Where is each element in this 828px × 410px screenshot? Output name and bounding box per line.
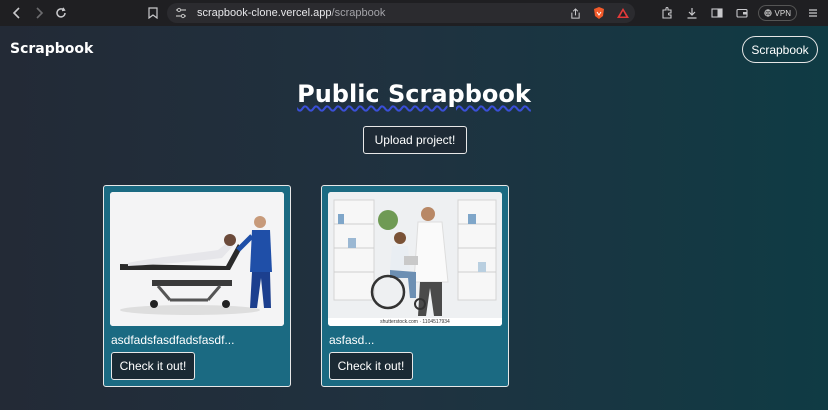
check-it-out-button[interactable]: Check it out!	[329, 352, 413, 380]
project-card: asdfadsfasdfadsfasdf... Check it out!	[103, 185, 291, 387]
brave-shield-icon[interactable]	[591, 5, 607, 21]
project-name: asfasd...	[329, 333, 375, 347]
project-name: asdfadsfasdfadsfasdf...	[111, 333, 235, 347]
project-image: shutterstock.com · 1104517934	[328, 192, 502, 326]
extensions-icon[interactable]	[658, 4, 676, 22]
bookmark-icon[interactable]	[146, 5, 160, 21]
share-icon[interactable]	[567, 5, 583, 21]
url-host: scrapbook-clone.vercel.app	[197, 7, 332, 19]
scrapbook-nav-button[interactable]: Scrapbook	[742, 36, 818, 63]
wallet-icon[interactable]	[733, 4, 751, 22]
address-bar[interactable]: scrapbook-clone.vercel.app/scrapbook	[167, 3, 635, 23]
site-settings-icon[interactable]	[175, 7, 187, 19]
download-icon[interactable]	[683, 4, 701, 22]
brand-logo-text[interactable]: Scrapbook	[10, 41, 93, 57]
image-watermark: shutterstock.com · 1104517934	[328, 318, 502, 326]
browser-toolbar: scrapbook-clone.vercel.app/scrapbook VPN	[0, 0, 828, 26]
reload-icon[interactable]	[50, 2, 72, 24]
doctor-and-wheelchair-patient-image	[328, 192, 502, 326]
vpn-button[interactable]: VPN	[757, 5, 797, 21]
back-icon[interactable]	[6, 2, 28, 24]
page-title: Public Scrapbook	[0, 80, 828, 108]
sidebar-icon[interactable]	[708, 4, 726, 22]
vpn-label: VPN	[774, 8, 791, 18]
forward-icon[interactable]	[28, 2, 50, 24]
url-path: /scrapbook	[331, 7, 386, 19]
brave-rewards-icon[interactable]	[615, 5, 631, 21]
menu-icon[interactable]	[804, 4, 822, 22]
patient-on-stretcher-image	[110, 192, 284, 326]
project-card: shutterstock.com · 1104517934 asfasd... …	[321, 185, 509, 387]
globe-icon	[763, 9, 772, 17]
upload-project-button[interactable]: Upload project!	[363, 126, 467, 154]
page: Scrapbook Scrapbook Public Scrapbook Upl…	[0, 26, 828, 410]
url-text: scrapbook-clone.vercel.app/scrapbook	[197, 7, 385, 19]
page-title-text: Public Scrapbook	[297, 80, 531, 108]
project-image	[110, 192, 284, 326]
check-it-out-button[interactable]: Check it out!	[111, 352, 195, 380]
